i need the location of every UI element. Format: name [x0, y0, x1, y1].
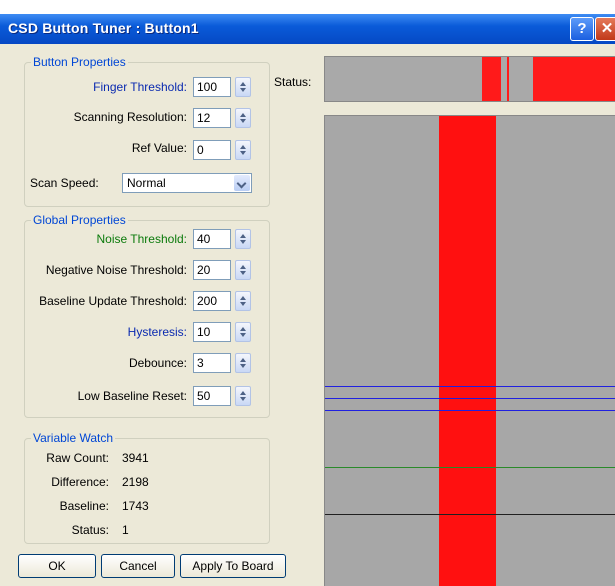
- variable-watch-title: Variable Watch: [31, 431, 116, 445]
- spin-up-icon[interactable]: [240, 265, 246, 269]
- noise-threshold-input[interactable]: 40: [193, 229, 231, 249]
- spin-down-icon[interactable]: [240, 88, 246, 92]
- difference-label: Difference:: [51, 475, 109, 489]
- finger-threshold-input[interactable]: 100: [193, 77, 231, 97]
- status-segment: [507, 57, 509, 101]
- ref-value-input[interactable]: 0: [193, 140, 231, 160]
- threshold-line-upper: [325, 386, 615, 387]
- spin-up-icon[interactable]: [240, 391, 246, 395]
- baseline-update-threshold-input[interactable]: 200: [193, 291, 231, 311]
- threshold-line-lower: [325, 410, 615, 411]
- cancel-button[interactable]: Cancel: [101, 554, 175, 578]
- scanning-resolution-input[interactable]: 12: [193, 108, 231, 128]
- baseline-label: Baseline:: [59, 499, 109, 513]
- close-button[interactable]: ✕: [595, 17, 615, 41]
- finger-threshold-label: Finger Threshold:: [93, 80, 187, 94]
- apply-to-board-button[interactable]: Apply To Board: [180, 554, 286, 578]
- baseline-value: 1743: [122, 499, 149, 513]
- debounce-label: Debounce:: [128, 356, 187, 370]
- button-properties-title: Button Properties: [31, 55, 128, 69]
- signal-bar: [439, 116, 496, 586]
- difference-value: 2198: [122, 475, 149, 489]
- baseline-update-threshold-spin-arrows[interactable]: [235, 291, 251, 311]
- status-label: Status:: [274, 75, 312, 89]
- spin-down-icon[interactable]: [240, 119, 246, 123]
- low-baseline-reset-input[interactable]: 50: [193, 386, 231, 406]
- ref-value-spin-arrows[interactable]: [235, 140, 251, 160]
- spin-up-icon[interactable]: [240, 234, 246, 238]
- status-indicator-panel: [324, 56, 615, 102]
- spin-up-icon[interactable]: [240, 82, 246, 86]
- negative-noise-threshold-spin-arrows[interactable]: [235, 260, 251, 280]
- raw-count-value: 3941: [122, 451, 149, 465]
- debounce-input[interactable]: 3: [193, 353, 231, 373]
- spin-up-icon[interactable]: [240, 327, 246, 331]
- spin-up-icon[interactable]: [240, 358, 246, 362]
- raw-count-label: Raw Count:: [46, 451, 109, 465]
- help-button[interactable]: ?: [570, 17, 594, 41]
- low-baseline-reset-spin-arrows[interactable]: [235, 386, 251, 406]
- spin-down-icon[interactable]: [240, 271, 246, 275]
- status-segment: [482, 57, 501, 101]
- csd-button-tuner-window: CSD Button Tuner : Button1 ? ✕ Button Pr…: [0, 0, 615, 586]
- spin-down-icon[interactable]: [240, 333, 246, 337]
- ref-value-label: Ref Value:: [131, 141, 187, 155]
- global-properties-title: Global Properties: [31, 213, 128, 227]
- scanning-resolution-label: Scanning Resolution:: [73, 110, 187, 124]
- spin-down-icon[interactable]: [240, 151, 246, 155]
- low-baseline-reset-label: Low Baseline Reset:: [77, 389, 187, 403]
- scan-speed-label: Scan Speed:: [30, 176, 99, 190]
- spin-up-icon[interactable]: [240, 113, 246, 117]
- finger-threshold-spin-arrows[interactable]: [235, 77, 251, 97]
- spin-up-icon[interactable]: [240, 145, 246, 149]
- spin-down-icon[interactable]: [240, 364, 246, 368]
- spin-down-icon[interactable]: [240, 302, 246, 306]
- ok-button[interactable]: OK: [18, 554, 96, 578]
- baseline-update-threshold-label: Baseline Update Threshold:: [39, 294, 187, 308]
- window-title: CSD Button Tuner : Button1: [8, 20, 199, 36]
- spin-up-icon[interactable]: [240, 296, 246, 300]
- status-watch-label: Status:: [71, 523, 109, 537]
- spin-down-icon[interactable]: [240, 397, 246, 401]
- threshold-line-middle: [325, 398, 615, 399]
- status-segment: [533, 57, 615, 101]
- scanning-resolution-spin-arrows[interactable]: [235, 108, 251, 128]
- baseline-line: [325, 514, 615, 515]
- noise-threshold-spin-arrows[interactable]: [235, 229, 251, 249]
- negative-noise-threshold-input[interactable]: 20: [193, 260, 231, 280]
- scan-speed-value: Normal: [127, 176, 166, 190]
- hysteresis-input[interactable]: 10: [193, 322, 231, 342]
- debounce-spin-arrows[interactable]: [235, 353, 251, 373]
- scan-speed-select[interactable]: Normal: [122, 173, 252, 193]
- chevron-down-icon[interactable]: [234, 175, 250, 191]
- hysteresis-label: Hysteresis:: [127, 325, 187, 339]
- spin-down-icon[interactable]: [240, 240, 246, 244]
- noise-threshold-label: Noise Threshold:: [96, 232, 188, 246]
- signal-display-panel: [324, 115, 615, 586]
- top-strip: [0, 0, 615, 14]
- negative-noise-threshold-label: Negative Noise Threshold:: [45, 263, 187, 277]
- hysteresis-spin-arrows[interactable]: [235, 322, 251, 342]
- noise-threshold-line: [325, 467, 615, 468]
- status-watch-value: 1: [122, 523, 129, 537]
- title-bar[interactable]: CSD Button Tuner : Button1 ? ✕: [0, 14, 615, 44]
